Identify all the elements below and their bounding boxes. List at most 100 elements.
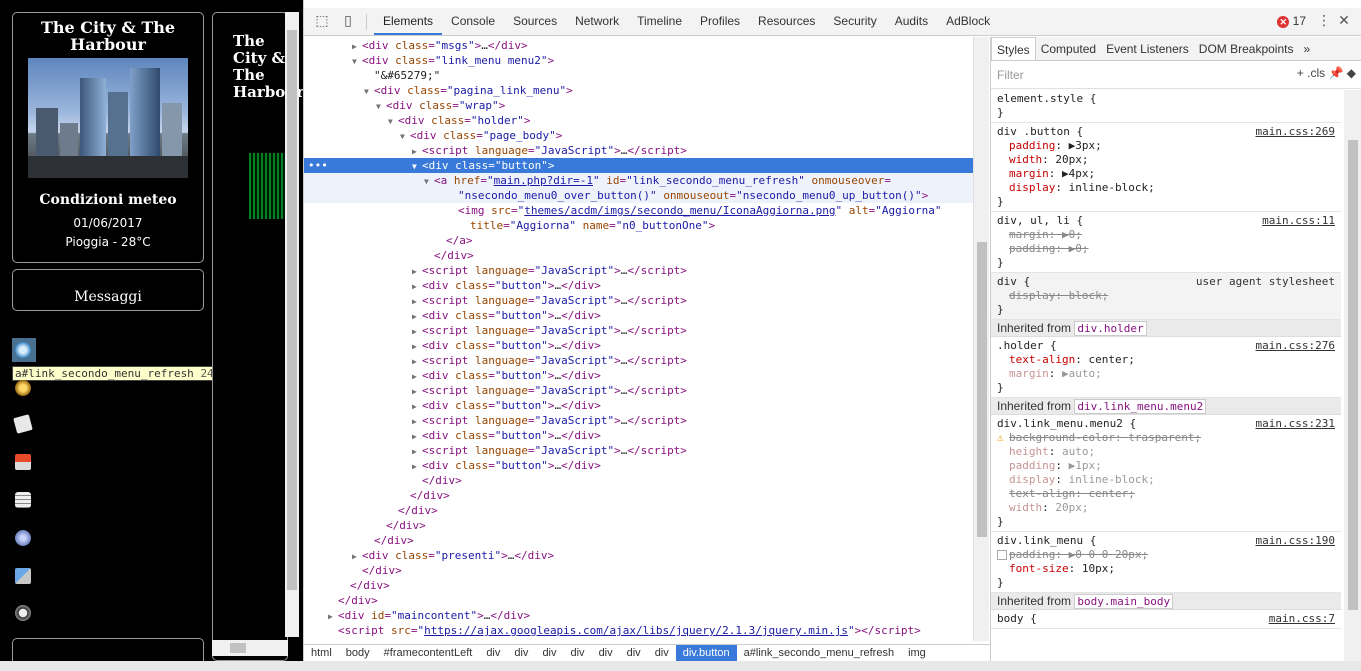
styles-scroll-thumb[interactable]: [1348, 140, 1358, 610]
dom-node[interactable]: ▶ <div class="presenti">…</div>: [304, 548, 973, 563]
dom-node[interactable]: ▶ <div class="button">…</div>: [304, 308, 973, 323]
css-rule[interactable]: .holder {main.css:276 text-align: center;…: [991, 337, 1341, 398]
rule-source-link[interactable]: main.css:231: [1256, 417, 1335, 430]
tab-adblock[interactable]: AdBlock: [937, 8, 999, 35]
database-icon[interactable]: [13, 490, 33, 510]
expand-toggle-icon[interactable]: ▶: [412, 414, 422, 429]
css-property[interactable]: width: 20px;: [997, 501, 1335, 515]
dom-node[interactable]: </div>: [304, 518, 973, 533]
tab-elements[interactable]: Elements: [374, 8, 443, 35]
styles-tab[interactable]: Computed: [1036, 37, 1101, 60]
breadcrumb-item[interactable]: div: [620, 645, 648, 661]
dom-node[interactable]: ▶ <script language="JavaScript">…</script…: [304, 353, 973, 368]
hscroll-thumb[interactable]: [230, 643, 246, 653]
more-menu-icon[interactable]: ⋮: [1316, 13, 1332, 29]
dom-node[interactable]: ▶ <script language="JavaScript">…</script…: [304, 263, 973, 278]
dom-node[interactable]: "nsecondo_menu0_over_button()" onmouseou…: [304, 188, 973, 203]
expand-toggle-icon[interactable]: [448, 189, 458, 204]
dom-node[interactable]: </div>: [304, 248, 973, 263]
dom-node[interactable]: ▶ <script language="JavaScript">…</script…: [304, 443, 973, 458]
tab-network[interactable]: Network: [566, 8, 628, 35]
dom-node[interactable]: ▶ <script language="JavaScript">…</script…: [304, 323, 973, 338]
expand-toggle-icon[interactable]: [448, 204, 458, 219]
dom-node[interactable]: </a>: [304, 233, 973, 248]
css-property[interactable]: margin: ▶0;: [997, 228, 1335, 242]
dom-node[interactable]: ▼ <div class="page_body">: [304, 128, 973, 143]
dom-node[interactable]: <script src="https://ajax.googleapis.com…: [304, 623, 973, 638]
css-rule[interactable]: div.link_menu {main.css:190 padding: ▶0 0…: [991, 532, 1341, 593]
filter-tools[interactable]: + .cls 📌 ◆: [1297, 66, 1356, 80]
device-mode-icon[interactable]: ▯: [340, 13, 356, 29]
dom-node[interactable]: "&#65279;": [304, 68, 973, 83]
expand-toggle-icon[interactable]: ▶: [412, 354, 422, 369]
dom-node[interactable]: </div>: [304, 563, 973, 578]
expand-toggle-icon[interactable]: [400, 489, 410, 504]
css-rule[interactable]: body {main.css:7: [991, 610, 1341, 629]
tab-timeline[interactable]: Timeline: [628, 8, 691, 35]
expand-toggle-icon[interactable]: ▼: [412, 159, 422, 174]
css-property[interactable]: text-align: center;: [997, 487, 1335, 501]
css-property[interactable]: ⚠ background-color: trasparent;: [997, 431, 1335, 445]
dom-node[interactable]: </div>: [304, 473, 973, 488]
compass-icon[interactable]: [13, 378, 33, 398]
breadcrumb-item[interactable]: body: [339, 645, 377, 661]
clock-icon[interactable]: [13, 603, 33, 623]
dom-node[interactable]: ▶ <script language="JavaScript">…</script…: [304, 293, 973, 308]
dom-node[interactable]: ▼ <div class="link_menu menu2">: [304, 53, 973, 68]
expand-toggle-icon[interactable]: ▶: [412, 384, 422, 399]
dom-node[interactable]: ▶ <script language="JavaScript">…</script…: [304, 143, 973, 158]
expand-toggle-icon[interactable]: [388, 504, 398, 519]
expand-toggle-icon[interactable]: ▼: [424, 174, 434, 189]
expand-toggle-icon[interactable]: [436, 234, 446, 249]
expand-toggle-icon[interactable]: ▶: [412, 339, 422, 354]
expand-toggle-icon[interactable]: ▶: [412, 309, 422, 324]
rule-source-link[interactable]: main.css:190: [1256, 534, 1335, 547]
frame-horizontal-scrollbar[interactable]: [212, 640, 288, 656]
css-rule[interactable]: div .button {main.css:269 padding: ▶3px; w…: [991, 123, 1341, 212]
dom-node[interactable]: ▼ <div class="pagina_link_menu">: [304, 83, 973, 98]
color-format-icon[interactable]: ◆: [1347, 66, 1356, 80]
expand-toggle-icon[interactable]: ▶: [412, 264, 422, 279]
css-property[interactable]: padding: ▶0 0 0 20px;: [997, 548, 1335, 562]
breadcrumb-item[interactable]: img: [901, 645, 933, 661]
css-property[interactable]: padding: ▶3px;: [997, 139, 1335, 153]
inherited-selector-link[interactable]: body.main_body: [1074, 594, 1174, 609]
expand-toggle-icon[interactable]: ▶: [328, 609, 338, 624]
expand-toggle-icon[interactable]: ▼: [364, 84, 374, 99]
css-property[interactable]: display: block;: [997, 289, 1335, 303]
css-property[interactable]: text-align: center;: [997, 353, 1335, 367]
css-rule[interactable]: element.style {}: [991, 90, 1341, 123]
gift-icon[interactable]: [13, 452, 33, 472]
breadcrumb-item[interactable]: div: [564, 645, 592, 661]
error-badge[interactable]: ✕ 17: [1277, 14, 1306, 28]
styles-tab[interactable]: Styles: [991, 37, 1036, 60]
css-property[interactable]: width: 20px;: [997, 153, 1335, 167]
inherited-selector-link[interactable]: div.holder: [1074, 321, 1147, 336]
tab-console[interactable]: Console: [442, 8, 504, 35]
tab-sources[interactable]: Sources: [504, 8, 566, 35]
dom-node[interactable]: ▶ <div class="button">…</div>: [304, 428, 973, 443]
dom-node[interactable]: </div>: [304, 488, 973, 503]
expand-toggle-icon[interactable]: [412, 474, 422, 489]
page-scroll-thumb[interactable]: [287, 30, 297, 590]
styles-filter[interactable]: Filter + .cls 📌 ◆: [991, 61, 1361, 89]
messages-button[interactable]: Messaggi: [12, 269, 204, 311]
refresh-icon[interactable]: [13, 340, 33, 360]
tab-resources[interactable]: Resources: [749, 8, 824, 35]
styles-tab[interactable]: »: [1298, 37, 1315, 60]
tab-security[interactable]: Security: [824, 8, 885, 35]
tab-audits[interactable]: Audits: [886, 8, 937, 35]
dom-node[interactable]: ▶ <div class="button">…</div>: [304, 368, 973, 383]
dom-node[interactable]: <img src="themes/acdm/imgs/secondo_menu/…: [304, 203, 973, 218]
css-rule[interactable]: div.link_menu.menu2 {main.css:231 ⚠ backgr…: [991, 415, 1341, 532]
dom-tree[interactable]: ▶ <div class="msgs">…</div> ▼ <div class="l…: [304, 37, 973, 641]
expand-toggle-icon[interactable]: [328, 594, 338, 609]
expand-toggle-icon[interactable]: [364, 534, 374, 549]
expand-toggle-icon[interactable]: ▶: [412, 324, 422, 339]
dom-node[interactable]: ▶ <div class="button">…</div>: [304, 338, 973, 353]
expand-toggle-icon[interactable]: ▶: [412, 294, 422, 309]
pin-icon[interactable]: 📌: [1328, 66, 1343, 80]
expand-toggle-icon[interactable]: ▼: [352, 54, 362, 69]
rule-source-link[interactable]: main.css:11: [1262, 214, 1335, 227]
styles-scrollbar[interactable]: [1344, 90, 1361, 661]
